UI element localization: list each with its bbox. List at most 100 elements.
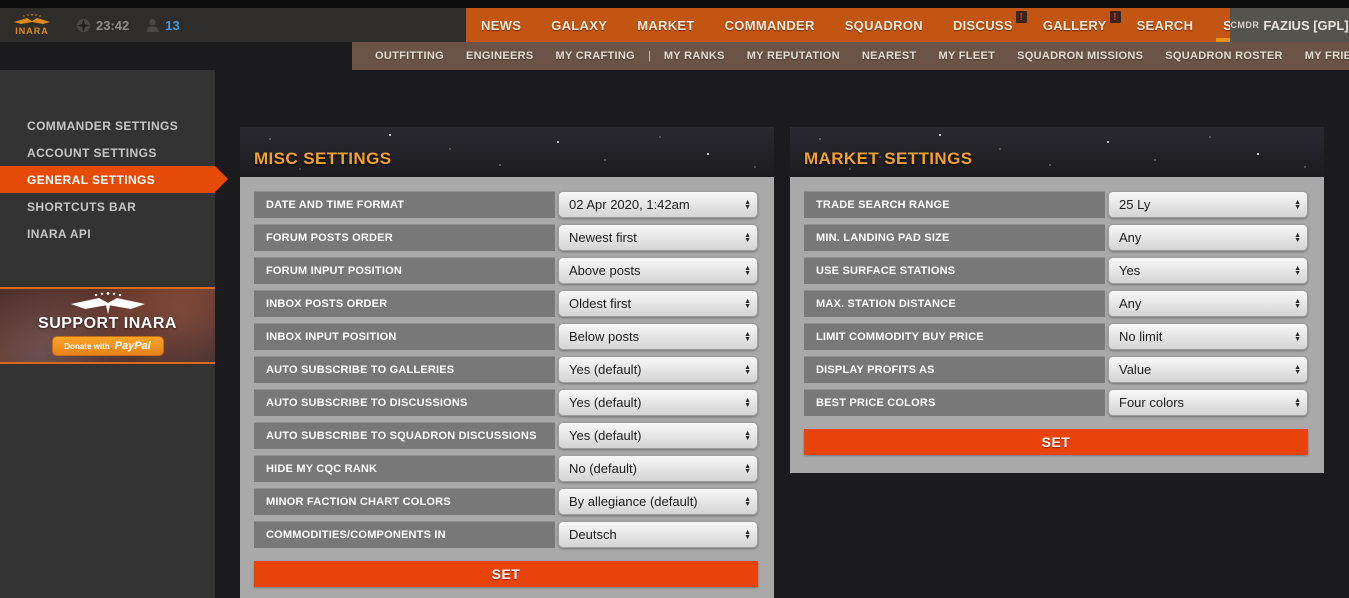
nav-item-galaxy[interactable]: GALAXY: [536, 8, 622, 42]
setting-select-best-price-colors[interactable]: Four colors▲▼: [1108, 389, 1308, 416]
misc-panel-title: MISC SETTINGS: [240, 149, 391, 177]
subnav-item-my-fleet[interactable]: MY FLEET: [928, 50, 1007, 62]
selected-value: Below posts: [569, 329, 744, 344]
selected-value: No (default): [569, 461, 744, 476]
selected-value: Above posts: [569, 263, 744, 278]
sidebar-item-shortcuts-bar[interactable]: SHORTCUTS BAR: [0, 193, 215, 220]
subnav-item-engineers[interactable]: ENGINEERS: [455, 50, 545, 62]
selected-value: By allegiance (default): [569, 494, 744, 509]
sidebar-item-inara-api[interactable]: INARA API: [0, 220, 215, 247]
setting-label-auto-subscribe-to-discussions: AUTO SUBSCRIBE TO DISCUSSIONS: [254, 389, 555, 416]
setting-label-limit-commodity-buy-price: LIMIT COMMODITY BUY PRICE: [804, 323, 1105, 350]
market-settings-panel: MARKET SETTINGS TRADE SEARCH RANGE25 Ly▲…: [790, 127, 1324, 473]
setting-select-forum-input-position[interactable]: Above posts▲▼: [558, 257, 758, 284]
setting-select-date-and-time-format[interactable]: 02 Apr 2020, 1:42am▲▼: [558, 191, 758, 218]
cmdr-prefix: CMDR: [1230, 20, 1259, 30]
selected-value: Value: [1119, 362, 1294, 377]
setting-select-auto-subscribe-to-galleries[interactable]: Yes (default)▲▼: [558, 356, 758, 383]
sub-nav: OUTFITTINGENGINEERSMY CRAFTING|MY RANKSM…: [352, 42, 1349, 70]
online-count[interactable]: 13: [145, 18, 179, 33]
sidebar-item-commander-settings[interactable]: COMMANDER SETTINGS: [0, 112, 215, 139]
setting-select-minor-faction-chart-colors[interactable]: By allegiance (default)▲▼: [558, 488, 758, 515]
setting-select-hide-my-cqc-rank[interactable]: No (default)▲▼: [558, 455, 758, 482]
nav-item-commander[interactable]: COMMANDER: [710, 8, 830, 42]
setting-label-best-price-colors: BEST PRICE COLORS: [804, 389, 1105, 416]
galaxy-clock-icon: [76, 18, 91, 33]
setting-select-auto-subscribe-to-discussions[interactable]: Yes (default)▲▼: [558, 389, 758, 416]
subnav-item-my-crafting[interactable]: MY CRAFTING: [545, 50, 646, 62]
nav-item-market[interactable]: MARKET: [622, 8, 709, 42]
setting-label-auto-subscribe-to-galleries: AUTO SUBSCRIBE TO GALLERIES: [254, 356, 555, 383]
misc-panel-header: MISC SETTINGS: [240, 127, 774, 177]
subnav-item-nearest[interactable]: NEAREST: [851, 50, 928, 62]
misc-setting-row: AUTO SUBSCRIBE TO GALLERIESYes (default)…: [254, 356, 758, 383]
misc-setting-row: MINOR FACTION CHART COLORSBy allegiance …: [254, 488, 758, 515]
selected-value: Any: [1119, 296, 1294, 311]
select-stepper-icon: ▲▼: [1294, 299, 1301, 309]
top-strip: [0, 0, 1349, 8]
setting-select-inbox-posts-order[interactable]: Oldest first▲▼: [558, 290, 758, 317]
setting-select-auto-subscribe-to-squadron-discussions[interactable]: Yes (default)▲▼: [558, 422, 758, 449]
misc-setting-row: FORUM POSTS ORDERNewest first▲▼: [254, 224, 758, 251]
setting-label-commodities-components-in: COMMODITIES/COMPONENTS IN: [254, 521, 555, 548]
nav-item-squadron[interactable]: SQUADRON: [830, 8, 938, 42]
nav-item-search[interactable]: SEARCH: [1122, 8, 1209, 42]
selected-value: Yes (default): [569, 428, 744, 443]
paypal-donate-button[interactable]: Donate with PayPal: [52, 336, 164, 356]
setting-label-minor-faction-chart-colors: MINOR FACTION CHART COLORS: [254, 488, 555, 515]
inara-logo-text: INARA: [15, 26, 49, 36]
setting-select-min-landing-pad-size[interactable]: Any▲▼: [1108, 224, 1308, 251]
setting-select-display-profits-as[interactable]: Value▲▼: [1108, 356, 1308, 383]
selected-value: Newest first: [569, 230, 744, 245]
misc-setting-row: COMMODITIES/COMPONENTS INDeutsch▲▼: [254, 521, 758, 548]
nav-item-gallery[interactable]: GALLERY!: [1028, 8, 1122, 42]
market-set-button[interactable]: SET: [804, 429, 1308, 455]
setting-select-trade-search-range[interactable]: 25 Ly▲▼: [1108, 191, 1308, 218]
setting-select-limit-commodity-buy-price[interactable]: No limit▲▼: [1108, 323, 1308, 350]
setting-label-inbox-posts-order: INBOX POSTS ORDER: [254, 290, 555, 317]
misc-setting-row: FORUM INPUT POSITIONAbove posts▲▼: [254, 257, 758, 284]
subnav-item-my-friends[interactable]: MY FRIENDS: [1294, 50, 1349, 62]
misc-settings-panel: MISC SETTINGS DATE AND TIME FORMAT02 Apr…: [240, 127, 774, 598]
subnav-item-my-reputation[interactable]: MY REPUTATION: [736, 50, 851, 62]
setting-select-inbox-input-position[interactable]: Below posts▲▼: [558, 323, 758, 350]
sidebar-item-account-settings[interactable]: ACCOUNT SETTINGS: [0, 139, 215, 166]
setting-select-use-surface-stations[interactable]: Yes▲▼: [1108, 257, 1308, 284]
setting-select-max-station-distance[interactable]: Any▲▼: [1108, 290, 1308, 317]
subnav-item-outfitting[interactable]: OUTFITTING: [364, 50, 455, 62]
selected-value: Any: [1119, 230, 1294, 245]
support-inara-banner[interactable]: SUPPORT INARA Donate with PayPal: [0, 287, 215, 364]
selected-value: Yes (default): [569, 362, 744, 377]
online-count-value: 13: [165, 18, 179, 33]
select-stepper-icon: ▲▼: [744, 464, 751, 474]
market-setting-row: BEST PRICE COLORSFour colors▲▼: [804, 389, 1308, 416]
sidebar-menu: COMMANDER SETTINGSACCOUNT SETTINGSGENERA…: [0, 112, 215, 247]
select-stepper-icon: ▲▼: [744, 299, 751, 309]
subnav-item-my-ranks[interactable]: MY RANKS: [653, 50, 736, 62]
user-icon: [145, 18, 160, 32]
misc-rows: DATE AND TIME FORMAT02 Apr 2020, 1:42am▲…: [254, 191, 758, 548]
select-stepper-icon: ▲▼: [1294, 266, 1301, 276]
setting-label-display-profits-as: DISPLAY PROFITS AS: [804, 356, 1105, 383]
misc-set-button[interactable]: SET: [254, 561, 758, 587]
setting-select-commodities-components-in[interactable]: Deutsch▲▼: [558, 521, 758, 548]
selected-value: Yes (default): [569, 395, 744, 410]
setting-label-hide-my-cqc-rank: HIDE MY CQC RANK: [254, 455, 555, 482]
select-stepper-icon: ▲▼: [744, 365, 751, 375]
subnav-item-squadron-missions[interactable]: SQUADRON MISSIONS: [1006, 50, 1154, 62]
cmdr-profile-button[interactable]: CMDR FAZIUS [GPL]: [1230, 8, 1349, 42]
subnav-item-squadron-roster[interactable]: SQUADRON ROSTER: [1154, 50, 1294, 62]
market-panel-body: TRADE SEARCH RANGE25 Ly▲▼MIN. LANDING PA…: [790, 177, 1324, 473]
inara-logo[interactable]: INARA: [10, 14, 54, 36]
nav-item-discuss[interactable]: DISCUSS!: [938, 8, 1028, 42]
select-stepper-icon: ▲▼: [1294, 200, 1301, 210]
market-setting-row: TRADE SEARCH RANGE25 Ly▲▼: [804, 191, 1308, 218]
select-stepper-icon: ▲▼: [1294, 365, 1301, 375]
sidebar-item-general-settings[interactable]: GENERAL SETTINGS: [0, 166, 215, 193]
misc-setting-row: DATE AND TIME FORMAT02 Apr 2020, 1:42am▲…: [254, 191, 758, 218]
nav-item-news[interactable]: NEWS: [466, 8, 536, 42]
market-setting-row: MAX. STATION DISTANCEAny▲▼: [804, 290, 1308, 317]
setting-select-forum-posts-order[interactable]: Newest first▲▼: [558, 224, 758, 251]
misc-panel-body: DATE AND TIME FORMAT02 Apr 2020, 1:42am▲…: [240, 177, 774, 598]
misc-setting-row: AUTO SUBSCRIBE TO SQUADRON DISCUSSIONSYe…: [254, 422, 758, 449]
